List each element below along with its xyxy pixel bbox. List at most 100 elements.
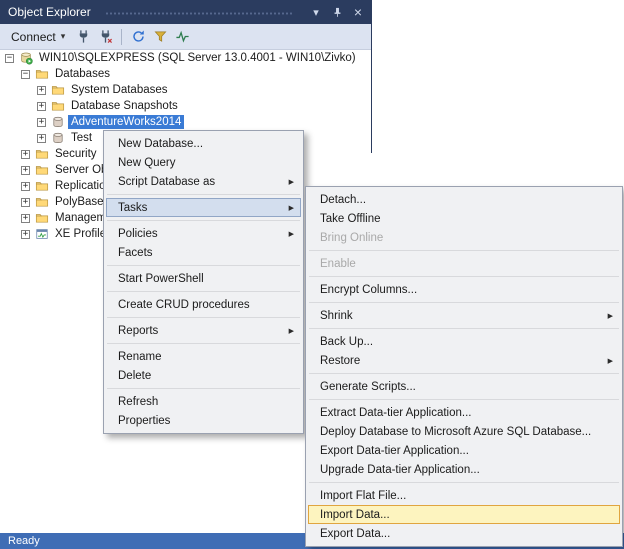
expand-box-icon[interactable]: + [37, 85, 46, 95]
expand-box-icon[interactable]: + [21, 197, 30, 207]
menu-item-import-flat-file[interactable]: Import Flat File... [308, 486, 620, 505]
expand-box-icon[interactable]: + [37, 101, 46, 111]
filter-icon[interactable] [149, 27, 171, 47]
toolbar-icon-group [72, 27, 193, 47]
menu-item-restore[interactable]: Restore ▶ [308, 351, 620, 370]
menu-separator [309, 276, 619, 277]
menu-item-label: Shrink [320, 309, 353, 322]
object-explorer-titlebar: Object Explorer ▾ × [0, 0, 372, 24]
expand-box-icon[interactable]: + [21, 229, 30, 239]
menu-item-new-query[interactable]: New Query [106, 153, 301, 172]
pin-icon[interactable] [329, 4, 345, 20]
tree-item-database-snapshots[interactable]: + Database Snapshots [0, 98, 371, 114]
menu-item-label: Detach... [320, 193, 367, 206]
menu-item-export-data-tier-application[interactable]: Export Data-tier Application... [308, 441, 620, 460]
panel-title: Object Explorer [8, 5, 91, 19]
expand-box-icon[interactable]: + [21, 165, 30, 175]
menu-item-script-database-as[interactable]: Script Database as ▶ [106, 172, 301, 191]
tree-item-label[interactable]: Security [52, 147, 100, 161]
menu-item-policies[interactable]: Policies ▶ [106, 224, 301, 243]
menu-item-start-powershell[interactable]: Start PowerShell [106, 269, 301, 288]
tree-item-label[interactable]: AdventureWorks2014 [68, 115, 185, 129]
menu-item-rename[interactable]: Rename [106, 347, 301, 366]
expand-box-icon[interactable]: + [37, 133, 46, 143]
menu-item-generate-scripts[interactable]: Generate Scripts... [308, 377, 620, 396]
menu-separator [107, 388, 300, 389]
submenu-arrow-icon: ▶ [607, 357, 613, 365]
menu-item-label: Refresh [118, 395, 159, 408]
menu-item-encrypt-columns[interactable]: Encrypt Columns... [308, 280, 620, 299]
menu-separator [309, 482, 619, 483]
submenu-arrow-icon: ▶ [607, 312, 613, 320]
tree-item-databases[interactable]: − Databases [0, 66, 371, 82]
expand-box-icon[interactable]: + [21, 149, 30, 159]
menu-separator [107, 343, 300, 344]
tree-item-label[interactable]: Test [68, 131, 95, 145]
menu-item-label: Bring Online [320, 231, 384, 244]
menu-item-label: Generate Scripts... [320, 380, 416, 393]
menu-item-import-data[interactable]: Import Data... [308, 505, 620, 524]
menu-item-detach[interactable]: Detach... [308, 190, 620, 209]
folder-icon [34, 194, 50, 210]
expand-box-icon[interactable]: + [37, 117, 46, 127]
expand-box-icon[interactable]: + [21, 213, 30, 223]
menu-item-refresh[interactable]: Refresh [106, 392, 301, 411]
disconnect-plug-icon[interactable] [94, 27, 116, 47]
tree-item-label[interactable]: Database Snapshots [68, 99, 181, 113]
close-icon[interactable]: × [350, 4, 366, 20]
menu-separator [107, 265, 300, 266]
tasks-submenu: Detach... Take Offline Bring Online Enable E… [305, 186, 623, 547]
menu-item-label: New Query [118, 156, 176, 169]
connect-button[interactable]: Connect ▾ [4, 28, 72, 46]
menu-item-take-offline[interactable]: Take Offline [308, 209, 620, 228]
menu-item-export-data[interactable]: Export Data... [308, 524, 620, 543]
menu-item-label: Encrypt Columns... [320, 283, 418, 296]
menu-item-new-database[interactable]: New Database... [106, 134, 301, 153]
tree-item-system-databases[interactable]: + System Databases [0, 82, 371, 98]
folder-icon [34, 178, 50, 194]
refresh-icon[interactable] [127, 27, 149, 47]
server-icon [18, 50, 34, 66]
collapse-box-icon[interactable]: − [21, 69, 30, 79]
menu-item-shrink[interactable]: Shrink ▶ [308, 306, 620, 325]
tree-item-adventureworks2014[interactable]: + AdventureWorks2014 [0, 114, 371, 130]
folder-icon [34, 210, 50, 226]
menu-item-tasks[interactable]: Tasks ▶ [106, 198, 301, 217]
menu-item-upgrade-data-tier-application[interactable]: Upgrade Data-tier Application... [308, 460, 620, 479]
menu-item-delete[interactable]: Delete [106, 366, 301, 385]
panel-right-border [371, 0, 372, 153]
folder-icon [50, 82, 66, 98]
menu-item-deploy-database-to-microsoft-azure-sql-database[interactable]: Deploy Database to Microsoft Azure SQL D… [308, 422, 620, 441]
tree-item-label[interactable]: Databases [52, 67, 113, 81]
activity-icon[interactable] [171, 27, 193, 47]
window-position-icon[interactable]: ▾ [308, 4, 324, 20]
menu-item-create-crud-procedures[interactable]: Create CRUD procedures [106, 295, 301, 314]
collapse-box-icon[interactable]: − [5, 53, 14, 63]
menu-item-enable: Enable [308, 254, 620, 273]
menu-item-extract-data-tier-application[interactable]: Extract Data-tier Application... [308, 403, 620, 422]
connect-button-label: Connect [11, 29, 56, 44]
menu-item-reports[interactable]: Reports ▶ [106, 321, 301, 340]
database-context-menu: New Database... New Query Script Database … [103, 130, 304, 434]
menu-item-properties[interactable]: Properties [106, 411, 301, 430]
menu-separator [107, 317, 300, 318]
tree-item-label[interactable]: System Databases [68, 83, 171, 97]
menu-item-label: Tasks [118, 201, 148, 214]
titlebar-grip [104, 10, 293, 16]
menu-item-label: Rename [118, 350, 162, 363]
folder-icon [34, 146, 50, 162]
menu-item-label: Create CRUD procedures [118, 298, 250, 311]
menu-item-facets[interactable]: Facets [106, 243, 301, 262]
tree-item-label[interactable]: PolyBase [52, 195, 107, 209]
ssms-window: Object Explorer ▾ × Connect ▾ − WIN10\SQL… [0, 0, 624, 549]
tree-item-win10-sqlexpress-sql-server-13-0-4001-win10-zivko[interactable]: − WIN10\SQLEXPRESS (SQL Server 13.0.4001 … [0, 50, 371, 66]
xe-icon [34, 226, 50, 242]
database-icon [50, 130, 66, 146]
menu-item-back-up[interactable]: Back Up... [308, 332, 620, 351]
connect-plug-icon[interactable] [72, 27, 94, 47]
menu-separator [107, 220, 300, 221]
menu-item-label: Take Offline [320, 212, 381, 225]
submenu-arrow-icon: ▶ [288, 178, 294, 186]
tree-item-label[interactable]: WIN10\SQLEXPRESS (SQL Server 13.0.4001 -… [36, 51, 359, 65]
expand-box-icon[interactable]: + [21, 181, 30, 191]
